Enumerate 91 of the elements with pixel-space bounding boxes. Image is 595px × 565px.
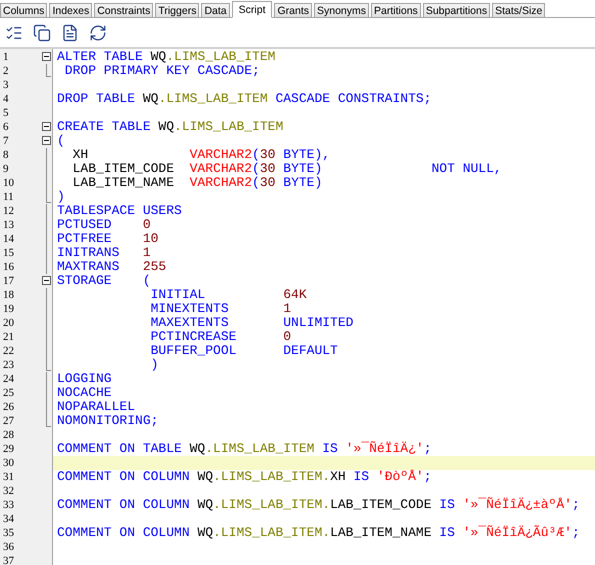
code-line: COMMENT ON TABLE WQ.LIMS_LAB_ITEM IS '»¯ÑéÏîÄ¿';: [56, 442, 432, 456]
fold-end-line: [46, 190, 51, 204]
line-number: 30: [2, 456, 15, 470]
line-number: 27: [2, 414, 15, 428]
line-number: 23: [2, 358, 15, 372]
line-number: 8: [2, 148, 10, 162]
tab[interactable]: Constraints: [94, 3, 154, 18]
code-line: LAB_ITEM_NAME VARCHAR2(30 BYTE): [72, 176, 324, 190]
code-line: INITIAL 64K: [150, 288, 308, 302]
line-number: 16: [2, 260, 15, 274]
tab[interactable]: Columns: [0, 3, 48, 18]
tab[interactable]: Triggers: [155, 3, 200, 18]
line-number: 36: [2, 540, 15, 554]
code-line: LAB_ITEM_CODE VARCHAR2(30 BYTE) NOT NULL,: [72, 162, 503, 176]
copy-icon: [33, 24, 51, 42]
code-line: NOCACHE: [56, 386, 113, 400]
fold-toggle[interactable]: [42, 136, 51, 145]
code-line: COMMENT ON COLUMN WQ.LIMS_LAB_ITEM.LAB_ITEM_NAME IS '»¯ÑéÏîÄ¿Ãû³Æ';: [56, 526, 581, 540]
toolbar-button[interactable]: [33, 24, 51, 42]
line-number: 11: [2, 190, 15, 204]
tab[interactable]: Indexes: [49, 3, 92, 18]
code-line: PCTINCREASE 0: [150, 330, 292, 344]
code-line: DROP TABLE WQ.LIMS_LAB_ITEM CASCADE CONSTRAINTS;: [56, 92, 432, 106]
line-number: 20: [2, 316, 15, 330]
line-number: 17: [2, 274, 15, 288]
line-number: 10: [2, 176, 15, 190]
line-number: 34: [2, 512, 15, 526]
line-number: 3: [2, 78, 10, 92]
line-number: 9: [2, 162, 10, 176]
code-line: COMMENT ON COLUMN WQ.LIMS_LAB_ITEM.LAB_ITEM_CODE IS '»¯ÑéÏîÄ¿±àºÅ';: [56, 498, 581, 512]
line-number: 4: [2, 92, 10, 106]
tab[interactable]: Script: [232, 1, 272, 18]
fold-toggle[interactable]: [42, 276, 51, 285]
code-line: COMMENT ON COLUMN WQ.LIMS_LAB_ITEM.XH IS 'ÐòºÅ';: [56, 470, 433, 484]
line-number: 6: [2, 120, 10, 134]
fold-toggle[interactable]: [42, 122, 51, 131]
toolbar-button[interactable]: [61, 24, 79, 42]
code-line: ALTER TABLE WQ.LIMS_LAB_ITEM: [56, 50, 276, 64]
code-line: INITRANS 1: [56, 246, 152, 260]
tab[interactable]: Grants: [274, 3, 312, 18]
code-line: DROP PRIMARY KEY CASCADE;: [64, 64, 261, 78]
code-line: PCTFREE 10: [56, 232, 160, 246]
code-line: PCTUSED 0: [56, 218, 152, 232]
line-number: 25: [2, 386, 15, 400]
code-line: LOGGING: [56, 372, 113, 386]
line-number: 13: [2, 218, 15, 232]
line-number: 31: [2, 470, 15, 484]
line-number: 2: [2, 64, 10, 78]
line-number: 24: [2, 372, 15, 386]
refresh-icon: [89, 24, 107, 42]
line-number: 28: [2, 428, 15, 442]
tab[interactable]: Partitions: [371, 3, 421, 18]
code-line: MAXTRANS 255: [56, 260, 168, 274]
line-number: 29: [2, 442, 15, 456]
code-line: NOMONITORING;: [56, 414, 160, 428]
tab[interactable]: Subpartitions: [422, 3, 490, 18]
code-line: STORAGE (: [56, 274, 152, 288]
code-line: ): [150, 358, 160, 372]
fold-end-line: [46, 358, 51, 372]
tab[interactable]: Data: [201, 3, 230, 18]
line-number: 26: [2, 400, 15, 414]
document-icon: [61, 24, 79, 42]
line-number: 12: [2, 204, 15, 218]
fold-toggle[interactable]: [42, 52, 51, 61]
line-number: 32: [2, 484, 15, 498]
code-line: TABLESPACE USERS: [56, 204, 183, 218]
line-number: 5: [2, 106, 10, 120]
toolbar-button[interactable]: [89, 24, 107, 42]
code-line: NOPARALLEL: [56, 400, 136, 414]
line-number: 18: [2, 288, 15, 302]
line-number: 33: [2, 498, 15, 512]
tab[interactable]: Synonyms: [314, 3, 370, 18]
code-line: CREATE TABLE WQ.LIMS_LAB_ITEM: [56, 120, 284, 134]
code-line: BUFFER_POOL DEFAULT: [150, 344, 339, 358]
code-line: XH VARCHAR2(30 BYTE),: [72, 148, 332, 162]
fold-end-line: [46, 64, 51, 78]
line-number: 21: [2, 330, 15, 344]
line-number: 19: [2, 302, 15, 316]
code-line: MAXEXTENTS UNLIMITED: [150, 316, 354, 330]
code-line: ): [56, 190, 66, 204]
fold-end-line: [46, 414, 51, 428]
line-number: 1: [2, 50, 10, 64]
line-number: 7: [2, 134, 10, 148]
tab[interactable]: Stats/Size: [492, 3, 546, 18]
code-line: MINEXTENTS 1: [150, 302, 292, 316]
line-number: 22: [2, 344, 15, 358]
line-number: 14: [2, 232, 15, 246]
line-number: 15: [2, 246, 15, 260]
line-number: 37: [2, 554, 15, 565]
code-line: (: [56, 134, 66, 148]
line-number: 35: [2, 526, 15, 540]
